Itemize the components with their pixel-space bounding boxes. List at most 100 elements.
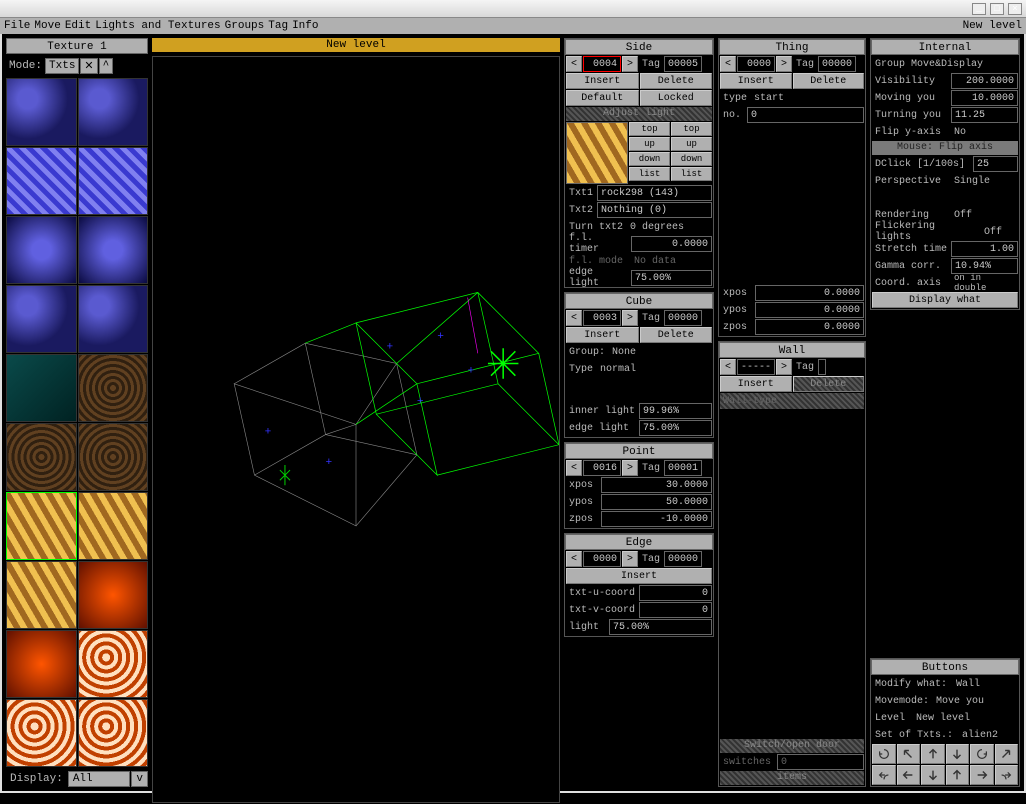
texture-swatch[interactable]	[6, 699, 77, 767]
rotate-ccw-icon[interactable]	[872, 744, 896, 764]
side-texture-preview[interactable]	[566, 122, 628, 184]
cube-group-value[interactable]: None	[609, 344, 712, 360]
modify-value[interactable]: Wall	[953, 676, 1018, 692]
mode-lock-button[interactable]: ✕	[80, 58, 97, 74]
texture-swatch[interactable]	[6, 423, 77, 491]
curve-left-icon[interactable]	[872, 765, 896, 785]
rotate-cw-icon[interactable]	[970, 744, 994, 764]
texture-swatch[interactable]	[6, 285, 77, 353]
turning-field[interactable]: 11.25	[951, 107, 1018, 123]
mode-up-button[interactable]: ^	[99, 58, 114, 74]
arrow-down2-icon[interactable]	[921, 765, 945, 785]
wall-prev-button[interactable]: <	[720, 359, 736, 375]
edge-u-field[interactable]: 0	[639, 585, 712, 601]
txt1-field[interactable]: rock298 (143)	[597, 185, 712, 201]
texture-swatch[interactable]	[78, 630, 149, 698]
texture-swatch[interactable]	[78, 216, 149, 284]
curve-right-icon[interactable]	[995, 765, 1019, 785]
thing-prev-button[interactable]: <	[720, 56, 736, 72]
dclick-field[interactable]: 25	[973, 156, 1018, 172]
mode-value[interactable]: Txts	[45, 58, 79, 74]
point-tag-field[interactable]: 00001	[664, 460, 702, 476]
side-default-button[interactable]: Default	[566, 90, 639, 106]
thing-zpos-field[interactable]: 0.0000	[755, 319, 864, 335]
wall-next-button[interactable]: >	[776, 359, 792, 375]
txtset-value[interactable]: alien2	[959, 727, 1018, 743]
texture-swatch[interactable]	[6, 354, 77, 422]
edge-light-field[interactable]: 75.00%	[609, 619, 712, 635]
texture-swatch[interactable]	[6, 630, 77, 698]
side-prev-button[interactable]: <	[566, 56, 582, 72]
cube-inner-field[interactable]: 99.96%	[639, 403, 712, 419]
edge-v-field[interactable]: 0	[639, 602, 712, 618]
side-top2-button[interactable]: top	[671, 122, 712, 136]
minimize-icon[interactable]: _	[972, 3, 986, 15]
edge-tag-field[interactable]: 00000	[664, 551, 702, 567]
texture-swatch[interactable]	[78, 423, 149, 491]
cube-prev-button[interactable]: <	[566, 310, 582, 326]
texture-swatch[interactable]	[78, 147, 149, 215]
side-down1-button[interactable]: down	[629, 152, 670, 166]
texture-swatch[interactable]	[6, 561, 77, 629]
side-id-field[interactable]: 0004	[583, 56, 621, 72]
texture-swatch[interactable]	[6, 216, 77, 284]
viewport-3d[interactable]: ++ ++ ++	[152, 56, 560, 803]
thing-insert-button[interactable]: Insert	[720, 73, 792, 89]
level-value[interactable]: New level	[913, 710, 1018, 726]
side-next-button[interactable]: >	[622, 56, 638, 72]
flip-value[interactable]: No	[951, 124, 1018, 140]
side-list2-button[interactable]: list	[671, 167, 712, 181]
texture-swatch[interactable]	[6, 147, 77, 215]
texture-swatch[interactable]	[78, 78, 149, 146]
cube-id-field[interactable]: 0003	[583, 310, 621, 326]
coord-value[interactable]: on in double	[951, 275, 1018, 291]
side-tag-field[interactable]: 00005	[664, 56, 702, 72]
arrow-up-icon[interactable]	[921, 744, 945, 764]
thing-tag-field[interactable]: 00000	[818, 56, 856, 72]
edge-next-button[interactable]: >	[622, 551, 638, 567]
thing-type-value[interactable]: start	[751, 90, 864, 106]
texture-swatch[interactable]	[78, 561, 149, 629]
flicker-value[interactable]: Off	[981, 224, 1018, 240]
side-locked-button[interactable]: Locked	[640, 90, 713, 106]
menu-edit[interactable]: Edit	[65, 20, 91, 32]
menu-groups[interactable]: Groups	[225, 20, 265, 32]
menu-lights[interactable]: Lights and Textures	[95, 20, 220, 32]
cube-next-button[interactable]: >	[622, 310, 638, 326]
visibility-field[interactable]: 200.0000	[951, 73, 1018, 89]
cube-delete-button[interactable]: Delete	[640, 327, 713, 343]
arrow-upleft-icon[interactable]	[897, 744, 921, 764]
texture-swatch-selected[interactable]	[6, 492, 77, 560]
display-what-button[interactable]: Display what	[872, 292, 1018, 308]
arrow-left-icon[interactable]	[897, 765, 921, 785]
perspective-value[interactable]: Single	[951, 173, 1018, 189]
maximize-icon[interactable]: □	[990, 3, 1004, 15]
wall-insert-button[interactable]: Insert	[720, 376, 792, 392]
arrow-upright-icon[interactable]	[995, 744, 1019, 764]
wall-id-field[interactable]: -----	[737, 359, 775, 375]
thing-delete-button[interactable]: Delete	[793, 73, 865, 89]
side-insert-button[interactable]: Insert	[566, 73, 639, 89]
point-zpos-field[interactable]: -10.0000	[601, 511, 712, 527]
movemode-value[interactable]: Move you	[933, 693, 1018, 709]
arrow-up2-icon[interactable]	[946, 765, 970, 785]
timer-field[interactable]: 0.0000	[631, 236, 712, 252]
arrow-down-icon[interactable]	[946, 744, 970, 764]
thing-id-field[interactable]: 0000	[737, 56, 775, 72]
txt2-field[interactable]: Nothing (0)	[597, 202, 712, 218]
cube-type-value[interactable]: normal	[597, 361, 712, 377]
menu-file[interactable]: File	[4, 20, 30, 32]
cube-insert-button[interactable]: Insert	[566, 327, 639, 343]
turn-value[interactable]: 0 degrees	[627, 219, 712, 235]
menu-move[interactable]: Move	[34, 20, 60, 32]
texture-swatch[interactable]	[78, 699, 149, 767]
gamma-field[interactable]: 10.94%	[951, 258, 1018, 274]
edge-prev-button[interactable]: <	[566, 551, 582, 567]
edge-id-field[interactable]: 0000	[583, 551, 621, 567]
thing-next-button[interactable]: >	[776, 56, 792, 72]
display-down-button[interactable]: v	[131, 771, 148, 787]
texture-swatch[interactable]	[78, 285, 149, 353]
point-xpos-field[interactable]: 30.0000	[601, 477, 712, 493]
cube-edge-field[interactable]: 75.00%	[639, 420, 712, 436]
point-next-button[interactable]: >	[622, 460, 638, 476]
